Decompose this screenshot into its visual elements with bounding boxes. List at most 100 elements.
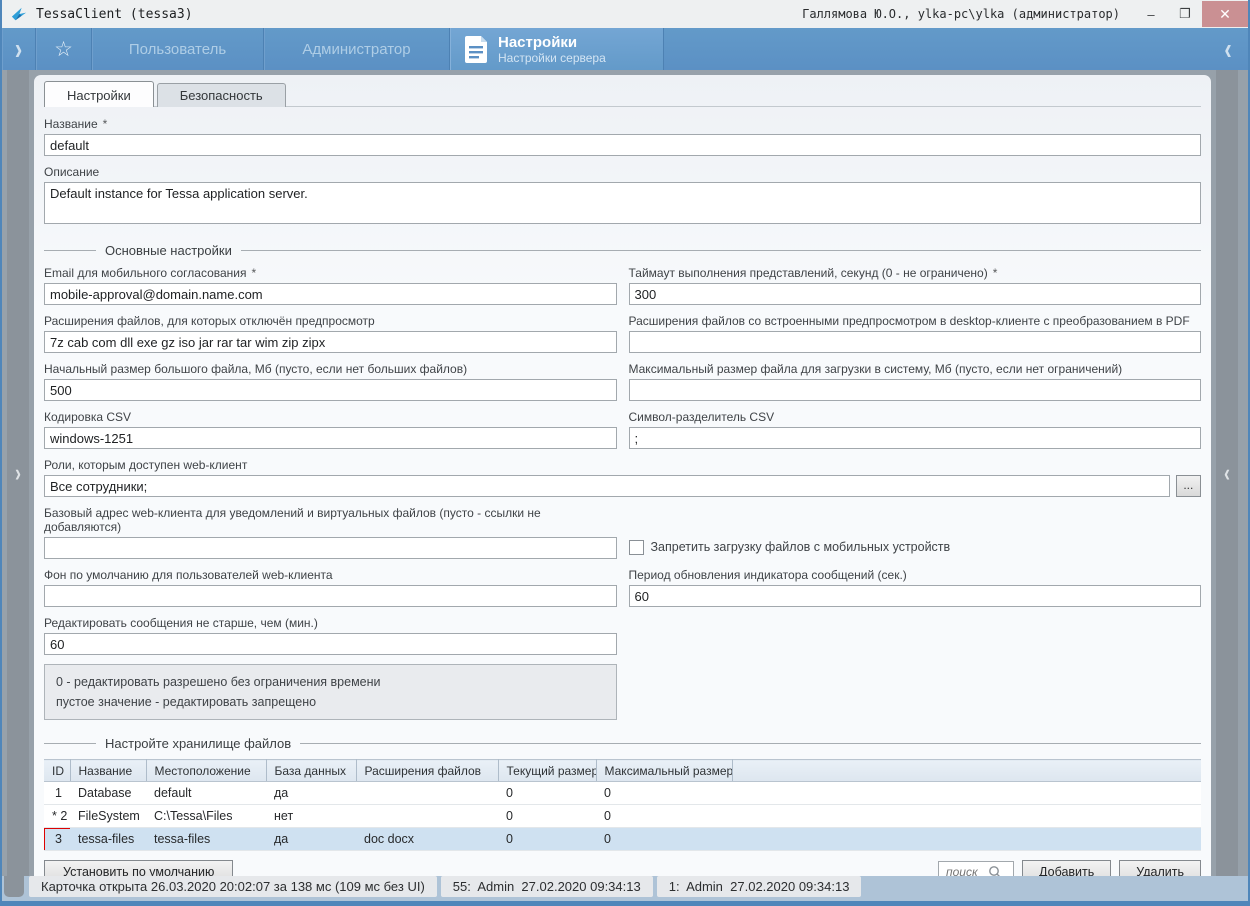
cell-name: Database	[70, 782, 146, 805]
table-search[interactable]	[938, 861, 1014, 876]
col-name[interactable]: Название	[70, 760, 146, 782]
field-description: Описание Default instance for Tessa appl…	[44, 165, 1201, 227]
col-current-size[interactable]: Текущий размер	[498, 760, 596, 782]
required-asterisk: *	[252, 266, 257, 280]
search-input[interactable]	[946, 865, 988, 876]
close-button[interactable]: ✕	[1202, 1, 1248, 27]
col-max-size[interactable]: Максимальный размер	[596, 760, 732, 782]
field-ext-no-preview: Расширения файлов, для которых отключён …	[44, 314, 617, 353]
star-icon: ☆	[54, 37, 73, 62]
storage-table-area: ID Название Местоположение База данных Р…	[44, 759, 1201, 851]
field-large-file-size: Начальный размер большого файла, Мб (пус…	[44, 362, 617, 401]
description-input[interactable]: Default instance for Tessa application s…	[44, 182, 1201, 224]
view-timeout-input[interactable]	[629, 283, 1202, 305]
nav-collapse-button[interactable]: ‹	[1208, 28, 1248, 70]
large-file-size-input[interactable]	[44, 379, 617, 401]
web-roles-picker-button[interactable]: ...	[1176, 475, 1201, 497]
remove-button[interactable]: Удалить	[1119, 860, 1201, 876]
nav-tab-settings-active[interactable]: Настройки Настройки сервера	[450, 28, 664, 70]
csv-encoding-label: Кодировка CSV	[44, 410, 131, 424]
ext-pdf-preview-input[interactable]	[629, 331, 1202, 353]
nav-tab-settings-text: Настройки Настройки сервера	[498, 34, 606, 65]
rail-corner	[4, 876, 24, 897]
field-web-background: Фон по умолчанию для пользователей web-к…	[44, 568, 617, 607]
nav-tab-admin[interactable]: Администратор	[264, 28, 450, 70]
csv-encoding-input[interactable]	[44, 427, 617, 449]
forbid-mobile-checkbox[interactable]	[629, 540, 644, 555]
col-location[interactable]: Местоположение	[146, 760, 266, 782]
right-panel-toggle[interactable]: ‹	[1216, 70, 1238, 876]
web-roles-label: Роли, которым доступен web-клиент	[44, 458, 247, 472]
web-base-address-input[interactable]	[44, 537, 617, 559]
cell-location: tessa-files	[146, 828, 266, 851]
add-button[interactable]: Добавить	[1022, 860, 1111, 876]
tab-security[interactable]: Безопасность	[157, 83, 286, 107]
storage-table: ID Название Местоположение База данных Р…	[44, 759, 1201, 851]
cell-current: 0	[498, 805, 596, 828]
edit-messages-label: Редактировать сообщения не старше, чем (…	[44, 616, 318, 630]
favorites-button[interactable]: ☆	[36, 28, 92, 70]
titlebar: TessaClient (tessa3) Галлямова Ю.О., ylk…	[2, 0, 1248, 28]
mobile-email-input[interactable]	[44, 283, 617, 305]
table-row-database[interactable]: 1 Database default да 0 0	[44, 782, 1201, 805]
chevron-right-icon: ›	[15, 458, 21, 487]
app-logo-icon	[10, 6, 28, 22]
cell-ext: doc docx	[356, 828, 498, 851]
table-row-filesystem[interactable]: * 2 FileSystem C:\Tessa\Files нет 0 0	[44, 805, 1201, 828]
tabpage-settings: Название * Описание Default instance for …	[44, 106, 1201, 876]
table-footer: Установить по умолчанию Добавить Удалить	[44, 860, 1201, 876]
large-file-size-label: Начальный размер большого файла, Мб (пус…	[44, 362, 467, 376]
cell-location: C:\Tessa\Files	[146, 805, 266, 828]
content-area: › Настройки Безопасность Название * Описа…	[2, 70, 1248, 876]
web-roles-input[interactable]	[44, 475, 1170, 497]
edit-messages-input[interactable]	[44, 633, 617, 655]
status-modified: 55: Admin 27.02.2020 09:34:13	[441, 876, 653, 897]
nav-tab-title: Настройки	[498, 34, 606, 51]
chevron-left-icon: ‹	[1224, 458, 1230, 487]
field-csv-separator: Символ-разделитель CSV	[629, 410, 1202, 449]
field-forbid-mobile: Запретить загрузку файлов с мобильных ус…	[629, 526, 1202, 568]
cell-current: 0	[498, 828, 596, 851]
maximize-button[interactable]: ❐	[1168, 1, 1202, 27]
cell-ext	[356, 782, 498, 805]
cell-name: FileSystem	[70, 805, 146, 828]
csv-separator-label: Символ-разделитель CSV	[629, 410, 775, 424]
set-default-button[interactable]: Установить по умолчанию	[44, 860, 233, 876]
ext-no-preview-input[interactable]	[44, 331, 617, 353]
field-name: Название *	[44, 117, 1201, 156]
cell-max: 0	[596, 805, 732, 828]
name-input[interactable]	[44, 134, 1201, 156]
required-asterisk: *	[103, 117, 108, 131]
status-card-opened: Карточка открыта 26.03.2020 20:02:07 за …	[29, 876, 437, 897]
web-background-input[interactable]	[44, 585, 617, 607]
forbid-mobile-label: Запретить загрузку файлов с мобильных ус…	[651, 540, 951, 554]
settings-card: Настройки Безопасность Название * Описани…	[34, 75, 1211, 876]
cell-id: * 2	[44, 805, 70, 828]
field-csv-encoding: Кодировка CSV	[44, 410, 617, 449]
csv-separator-input[interactable]	[629, 427, 1202, 449]
nav-tab-subtitle: Настройки сервера	[498, 51, 606, 65]
table-row-tessa-files-selected[interactable]: 3 tessa-files tessa-files да doc docx 0 …	[44, 828, 1201, 851]
mobile-email-label: Email для мобильного согласования	[44, 266, 247, 280]
cell-current: 0	[498, 782, 596, 805]
hint-line-2: пустое значение - редактировать запрещен…	[56, 692, 605, 712]
group-file-storage: Настройте хранилище файлов	[44, 736, 1201, 751]
name-label: Название	[44, 117, 98, 131]
group-main-settings: Основные настройки	[44, 243, 1201, 258]
search-icon	[988, 865, 1002, 876]
msg-indicator-period-label: Период обновления индикатора сообщений (…	[629, 568, 907, 582]
card-tabstrip: Настройки Безопасность	[44, 81, 1201, 107]
cell-db: нет	[266, 805, 356, 828]
cell-ext	[356, 805, 498, 828]
tab-settings[interactable]: Настройки	[44, 81, 154, 107]
col-database[interactable]: База данных	[266, 760, 356, 782]
left-panel-toggle[interactable]: ›	[7, 70, 29, 876]
col-extensions[interactable]: Расширения файлов	[356, 760, 498, 782]
cell-db: да	[266, 828, 356, 851]
nav-expand-button[interactable]: ›	[2, 28, 36, 70]
minimize-button[interactable]: –	[1134, 1, 1168, 27]
max-file-size-input[interactable]	[629, 379, 1202, 401]
msg-indicator-period-input[interactable]	[629, 585, 1202, 607]
nav-tab-user[interactable]: Пользователь	[92, 28, 264, 70]
col-id[interactable]: ID	[44, 760, 70, 782]
